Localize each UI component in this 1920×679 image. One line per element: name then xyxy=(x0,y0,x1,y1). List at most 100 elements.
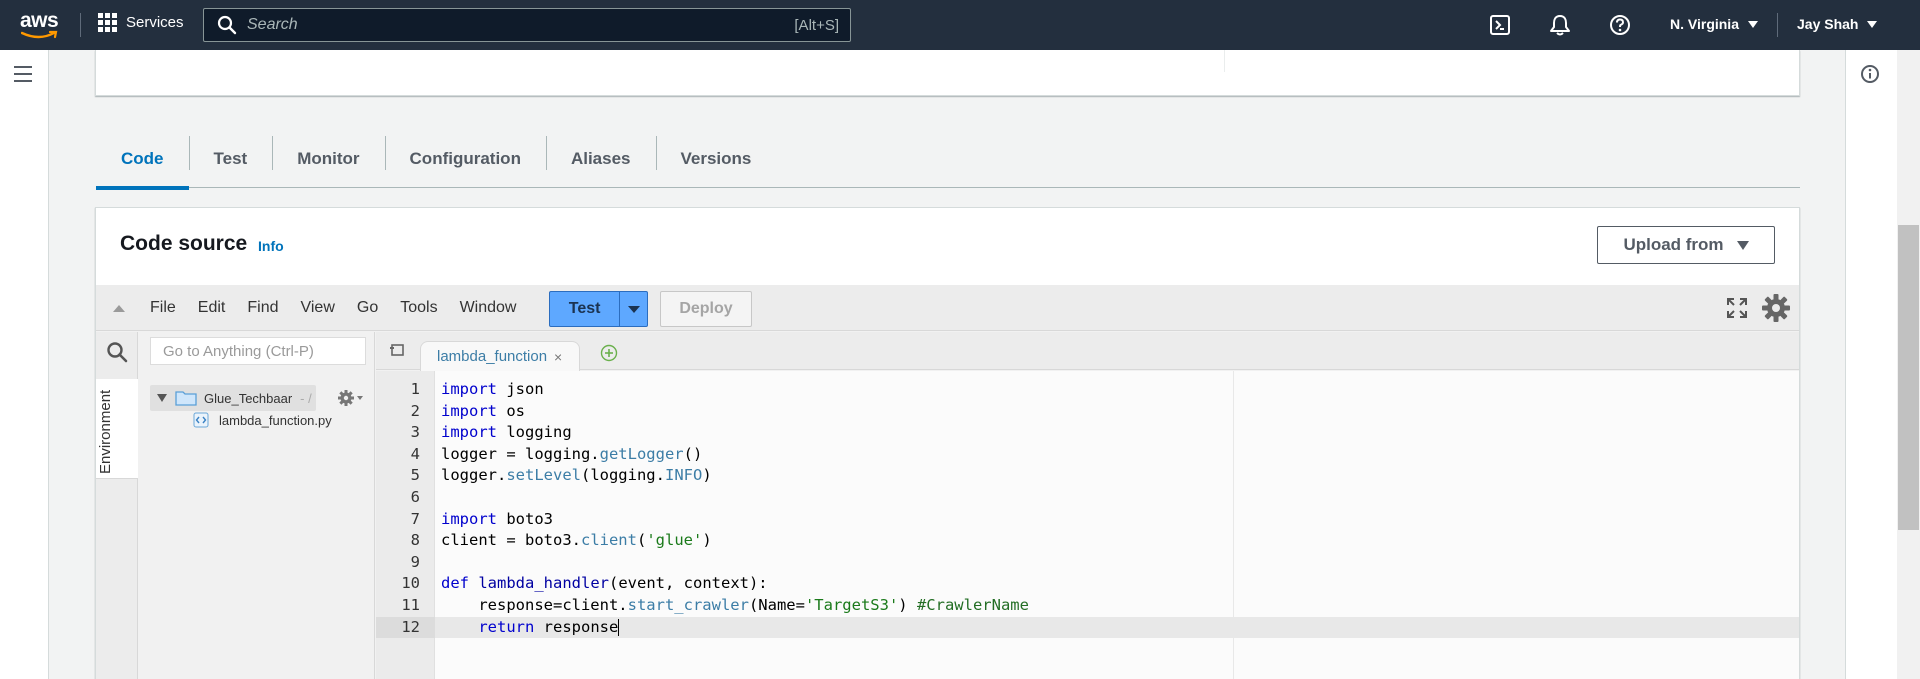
code-line[interactable]: 7 import boto3 xyxy=(376,509,1799,531)
ide-settings-gear-icon[interactable] xyxy=(1761,293,1791,323)
folder-icon xyxy=(175,391,197,406)
line-number: 10 xyxy=(401,574,420,593)
function-tabs: Code Test Monitor Configuration Aliases … xyxy=(96,130,1800,190)
menu-edit[interactable]: Edit xyxy=(198,299,226,317)
code-line[interactable]: 3 import logging xyxy=(376,422,1799,444)
folder-item[interactable]: Glue_Techbaar - / xyxy=(150,385,316,411)
code-line[interactable]: 2 import os xyxy=(376,401,1799,423)
editor-tab-label: lambda_function xyxy=(437,348,548,365)
line-number: 1 xyxy=(410,380,420,398)
go-to-anything-input[interactable] xyxy=(150,337,366,365)
menu-go[interactable]: Go xyxy=(357,299,378,317)
text-cursor xyxy=(618,618,620,636)
search-icon xyxy=(217,15,237,35)
notifications-bell-icon[interactable] xyxy=(1549,14,1571,36)
left-rail xyxy=(0,50,49,679)
tree-settings-gear-icon[interactable] xyxy=(336,388,366,408)
top-navigation: aws Services [Alt+S] N. Virginia xyxy=(0,0,1920,50)
region-label: N. Virginia xyxy=(1670,16,1739,32)
ide-menubar: File Edit Find View Go Tools Window Test… xyxy=(96,285,1799,331)
line-number: 11 xyxy=(401,595,420,614)
code-text: import logging xyxy=(441,423,572,442)
caret-down-icon xyxy=(1736,240,1749,250)
code-source-title: Code source xyxy=(120,232,248,255)
region-selector[interactable]: N. Virginia xyxy=(1670,16,1758,32)
code-text: import boto3 xyxy=(441,509,553,528)
info-link[interactable]: Info xyxy=(258,238,284,254)
test-dropdown-button[interactable] xyxy=(619,292,647,326)
folder-name: Glue_Techbaar xyxy=(204,390,293,406)
function-overview-panel xyxy=(95,50,1800,96)
menu-file[interactable]: File xyxy=(150,299,176,317)
code-line[interactable]: 10 def lambda_handler(event, context): xyxy=(376,573,1799,595)
user-name: Jay Shah xyxy=(1797,16,1859,32)
file-item[interactable]: lambda_function.py xyxy=(193,412,332,428)
search-shortcut-hint: [Alt+S] xyxy=(794,17,839,34)
code-source-panel: Code source Info Upload from File Edit F… xyxy=(95,207,1800,679)
upload-from-label: Upload from xyxy=(1623,235,1724,254)
help-icon[interactable] xyxy=(1609,14,1631,36)
services-menu-button[interactable]: Services xyxy=(98,13,184,32)
menu-window[interactable]: Window xyxy=(460,299,517,317)
collapse-menubar-icon[interactable] xyxy=(113,305,125,312)
code-line[interactable]: 4 logger = logging.getLogger() xyxy=(376,444,1799,466)
account-menu[interactable]: Jay Shah xyxy=(1797,16,1878,32)
info-panel-icon[interactable] xyxy=(1860,64,1880,84)
tab-code[interactable]: Code xyxy=(96,130,189,190)
menu-tools[interactable]: Tools xyxy=(400,299,437,317)
environment-tab[interactable]: Environment xyxy=(96,379,138,479)
services-grid-icon xyxy=(98,13,117,32)
chevron-down-icon xyxy=(1867,20,1878,28)
python-file-icon xyxy=(193,412,209,428)
search-input[interactable] xyxy=(247,16,767,34)
code-line[interactable]: 1 import json xyxy=(376,379,1799,401)
code-lines: 1 import json 2 import os 3 import logging 4 lo… xyxy=(376,379,1799,639)
test-button[interactable]: Test xyxy=(550,292,619,326)
search-icon[interactable] xyxy=(106,341,128,363)
right-rail xyxy=(1845,50,1897,679)
expand-arrow-icon xyxy=(157,394,167,402)
ide-side-panel: Environment xyxy=(96,332,138,679)
services-label: Services xyxy=(126,14,184,31)
tab-test[interactable]: Test xyxy=(188,130,273,188)
code-text: import os xyxy=(441,401,525,420)
code-line[interactable]: 9 xyxy=(376,552,1799,574)
aws-logo[interactable]: aws xyxy=(20,10,60,39)
fullscreen-icon[interactable] xyxy=(1726,297,1748,319)
code-editor[interactable]: 1 import json 2 import os 3 import logging 4 lo… xyxy=(376,371,1799,679)
code-text: import json xyxy=(441,380,544,398)
new-tab-plus-icon[interactable] xyxy=(600,344,618,362)
ide-menu: File Edit Find View Go Tools Window xyxy=(150,299,538,317)
code-line[interactable]: 6 xyxy=(376,487,1799,509)
search-bar[interactable]: [Alt+S] xyxy=(203,8,851,42)
menu-find[interactable]: Find xyxy=(247,299,278,317)
caret-down-icon xyxy=(627,305,640,313)
tab-monitor[interactable]: Monitor xyxy=(272,130,384,188)
close-tab-icon[interactable]: × xyxy=(554,349,562,365)
editor-file-tab[interactable]: lambda_function × xyxy=(420,341,580,371)
upload-from-button[interactable]: Upload from xyxy=(1597,226,1775,264)
tab-configuration[interactable]: Configuration xyxy=(384,130,546,188)
folder-path-suffix: - / xyxy=(300,390,312,406)
test-button-group: Test xyxy=(549,291,648,327)
file-name: lambda_function.py xyxy=(219,412,332,428)
code-line[interactable]: 11 response=client.start_crawler(Name='T… xyxy=(376,595,1799,617)
code-line[interactable]: 12 return response xyxy=(376,616,1799,639)
code-text: response=client.start_crawler(Name='Targ… xyxy=(441,595,1029,614)
line-number: 4 xyxy=(410,444,420,463)
menu-view[interactable]: View xyxy=(300,299,334,317)
aws-smile-icon xyxy=(21,30,58,39)
code-line[interactable]: 5 logger.setLevel(logging.INFO) xyxy=(376,465,1799,487)
tab-list-icon[interactable] xyxy=(389,343,405,357)
scrollbar-thumb[interactable] xyxy=(1898,225,1919,530)
deploy-button[interactable]: Deploy xyxy=(660,291,752,327)
nav-divider xyxy=(1777,13,1778,37)
tab-versions[interactable]: Versions xyxy=(655,130,777,188)
side-nav-toggle-icon[interactable] xyxy=(14,66,32,87)
code-text: logger = logging.getLogger() xyxy=(441,444,703,463)
code-line[interactable]: 8 client = boto3.client('glue') xyxy=(376,530,1799,552)
line-number: 8 xyxy=(410,531,420,550)
cloudshell-icon[interactable] xyxy=(1489,14,1511,36)
line-number: 12 xyxy=(376,616,435,639)
tab-aliases[interactable]: Aliases xyxy=(545,130,656,188)
